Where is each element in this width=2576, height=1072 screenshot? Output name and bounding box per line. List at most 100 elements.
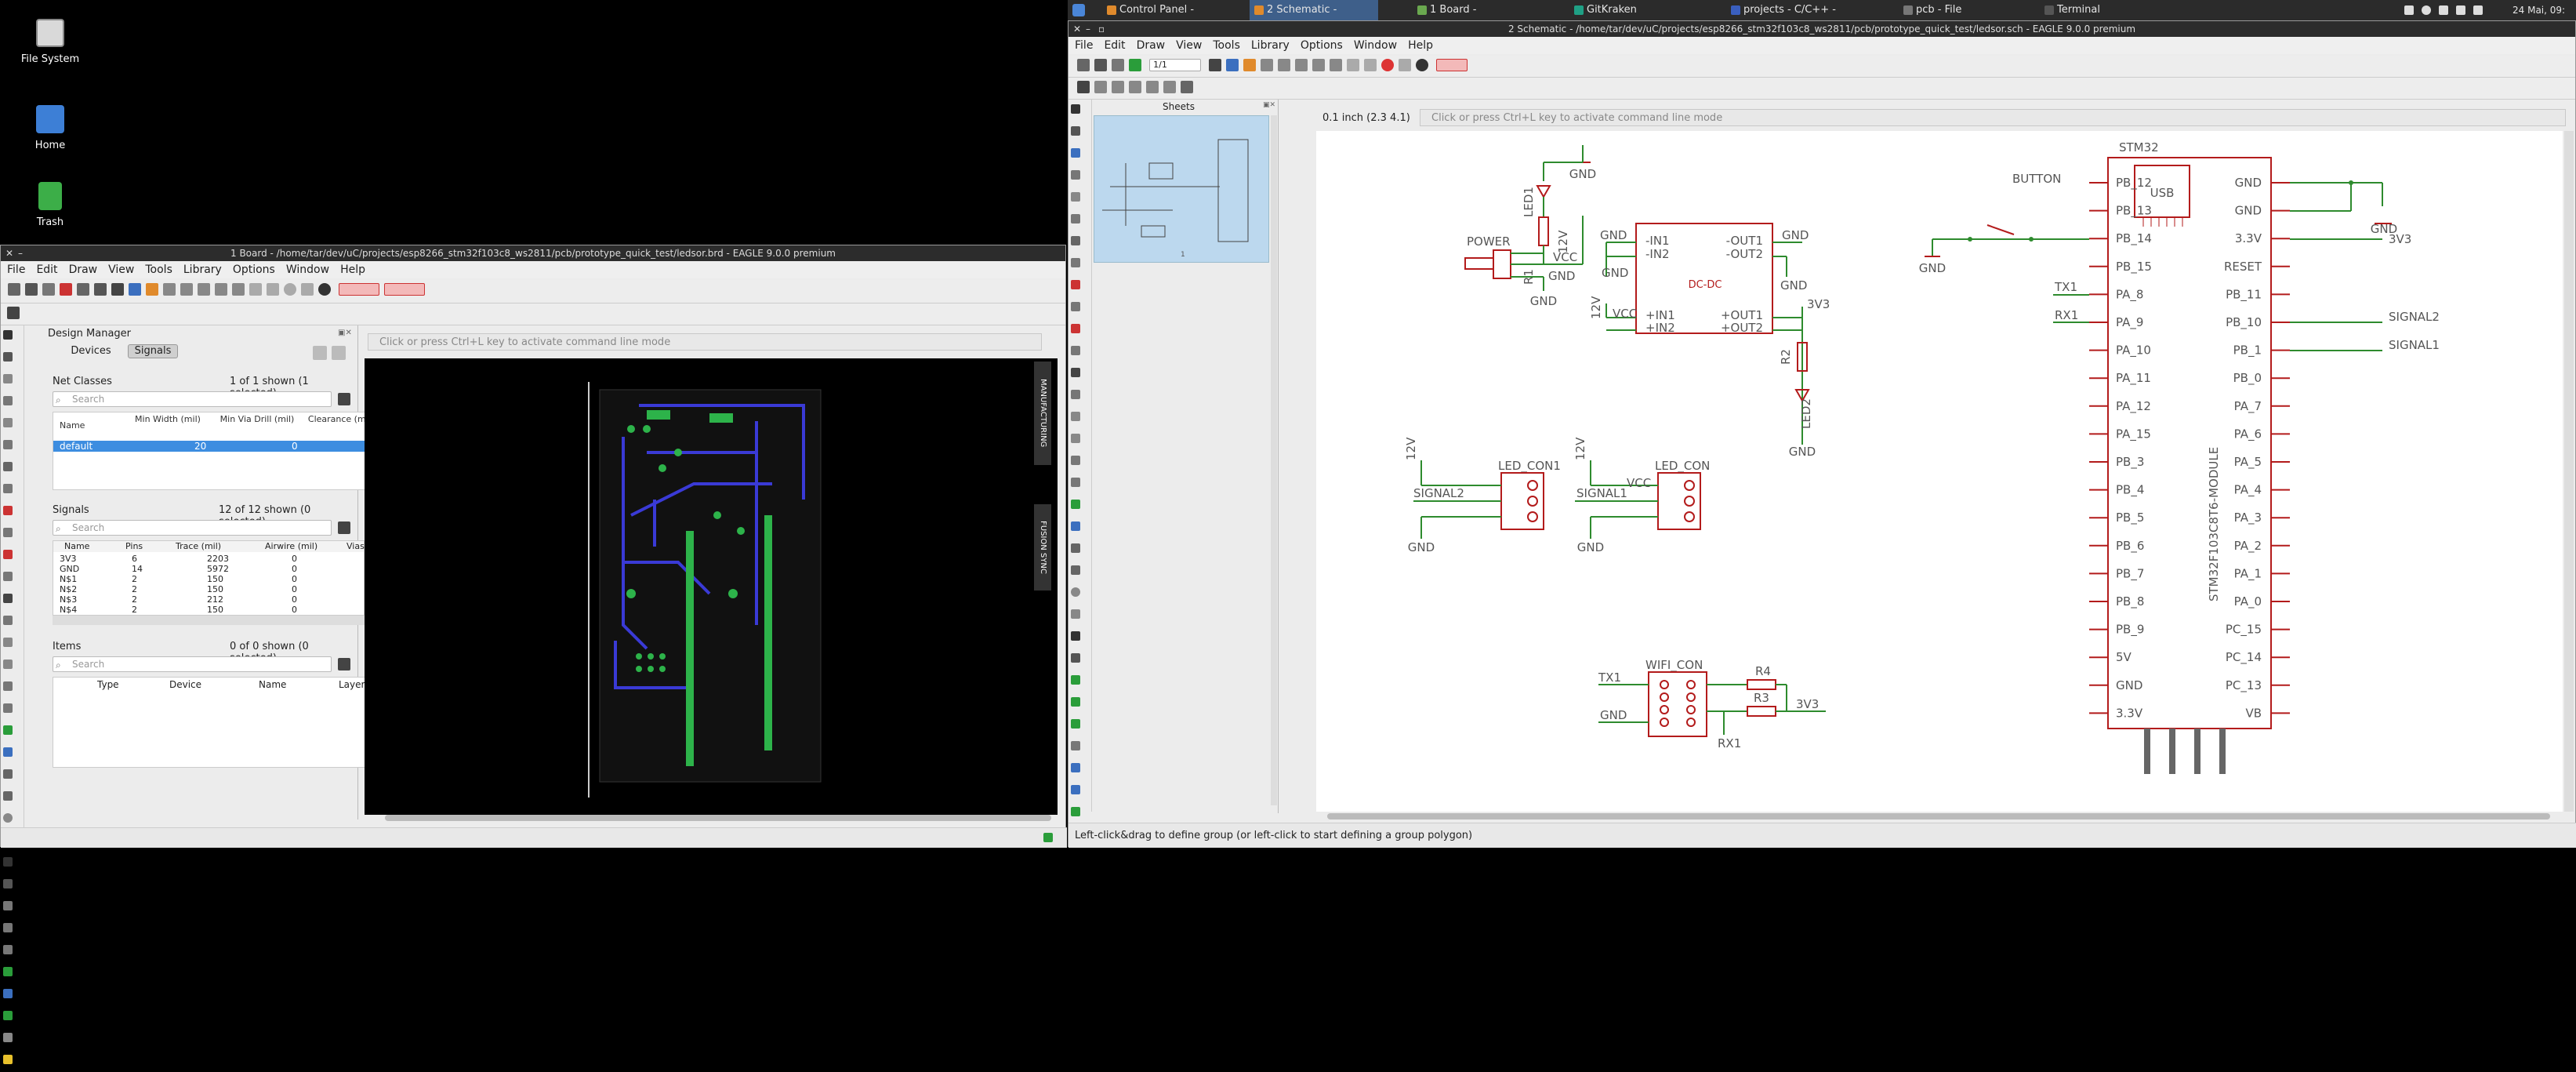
zoom-in-icon[interactable] [1278,59,1291,71]
menu-tools[interactable]: Tools [145,263,172,276]
maximize-icon[interactable]: ▫ [1098,21,1105,37]
split-icon[interactable] [3,638,13,647]
layers-icon[interactable] [129,283,141,296]
tab-signals[interactable]: Signals [128,344,178,358]
wrench-icon[interactable] [338,658,350,670]
lock-icon[interactable] [3,594,13,603]
replace-icon[interactable] [3,550,13,559]
manufacturing-tab[interactable]: MANUFACTURING [1034,362,1051,465]
column-min-via-drill[interactable]: Min Via Drill (mil) [210,414,304,424]
attribute-icon[interactable] [1071,719,1080,729]
mirror-icon[interactable] [1071,192,1080,202]
delete-icon[interactable] [3,506,13,515]
ratsnest-icon[interactable] [3,967,13,976]
signals-search[interactable]: Search [53,520,332,536]
layers-icon[interactable] [1226,59,1239,71]
undo-icon[interactable] [1347,59,1360,71]
stop-icon[interactable] [1381,59,1395,71]
menu-options[interactable]: Options [1301,39,1343,52]
text-icon[interactable] [3,769,13,779]
volume-icon[interactable] [2456,5,2465,15]
name-icon[interactable] [1071,346,1080,355]
menu-view[interactable]: View [1176,39,1202,52]
redo-icon[interactable] [1364,59,1377,71]
minimize-icon[interactable]: – [1086,21,1090,37]
wire-style-icon[interactable] [1094,81,1107,93]
cam-icon[interactable] [60,283,72,296]
delete-icon[interactable] [1071,280,1080,289]
net-icon[interactable] [1071,500,1080,509]
line-icon[interactable] [1071,543,1080,553]
add-icon[interactable] [1071,302,1080,311]
zoom-fit-icon[interactable] [1261,59,1274,71]
grid-settings-icon[interactable] [7,307,20,319]
paste-icon[interactable] [1071,258,1080,267]
schematic-horizontal-scrollbar[interactable] [1327,813,2550,819]
column-name[interactable]: Name [259,679,286,690]
menu-options[interactable]: Options [233,263,275,276]
paste-icon[interactable] [3,484,13,493]
mirror-icon[interactable] [3,418,13,427]
text-icon[interactable] [1071,565,1080,575]
attribute-icon[interactable] [3,989,13,998]
go-icon[interactable] [1399,59,1412,71]
schematic-command-line[interactable]: Click or press Ctrl+L key to activate co… [1420,109,2566,126]
eye-icon[interactable] [1071,126,1080,136]
rotate-icon[interactable] [3,440,13,449]
lock-icon[interactable] [1071,368,1080,377]
drc-icon[interactable] [3,1011,13,1020]
erc-icon[interactable] [3,1033,13,1042]
board-command-line[interactable]: Click or press Ctrl+L key to activate co… [368,333,1042,351]
column-name[interactable]: Name [60,420,85,431]
table-row[interactable]: N$2 2 150 0 [53,584,364,594]
app-menu-icon[interactable] [1072,4,1085,16]
settings-icon[interactable] [1181,81,1193,93]
save-icon[interactable] [1094,59,1107,71]
menu-window[interactable]: Window [1354,39,1397,52]
column-trace[interactable]: Trace (mil) [176,541,221,551]
table-row[interactable]: N$4 2 150 0 [53,605,364,615]
tab-devices[interactable]: Devices [57,343,125,360]
column-device[interactable]: Device [169,679,201,690]
hole-icon[interactable] [3,923,13,932]
grid-icon[interactable] [111,283,124,296]
menu-edit[interactable]: Edit [1104,39,1125,52]
drc-button[interactable] [339,283,380,296]
meander-icon[interactable] [3,747,13,757]
grid-settings-icon[interactable] [1077,81,1090,93]
task-schematic[interactable]: 2 Schematic - /home/tar/dev/... [1250,0,1378,36]
panel-close-icon[interactable]: ▣✕ [1263,101,1275,109]
redraw-icon[interactable] [1330,59,1343,71]
zoom-in-icon[interactable] [180,283,193,296]
menu-library[interactable]: Library [183,263,222,276]
desktop-icon-trash[interactable]: Trash [17,182,83,228]
board-horizontal-scrollbar[interactable] [385,815,1051,821]
info-icon[interactable] [1071,104,1080,114]
column-type[interactable]: Type [97,679,119,690]
dimension-icon[interactable] [1071,741,1080,750]
dimension-icon[interactable] [3,945,13,954]
zoom-out-icon[interactable] [1295,59,1308,71]
arc-icon[interactable] [1071,609,1080,619]
column-pins[interactable]: Pins [125,541,143,551]
bluetooth-icon[interactable] [2422,5,2431,15]
items-search[interactable]: Search [53,656,332,672]
column-name[interactable]: Name [64,541,89,551]
zoom-select-icon[interactable] [215,283,227,296]
network-icon[interactable] [2439,5,2448,15]
task-projects[interactable]: projects - C/C++ - esp8266_st... [1726,0,1883,36]
module-icon[interactable] [1071,763,1080,772]
redo-icon[interactable] [267,283,279,296]
task-control-panel[interactable]: Control Panel - /home/tar/de... [1102,0,1228,36]
sheet-thumbnail[interactable]: 1 [1094,115,1269,263]
port-icon[interactable] [1071,785,1080,794]
optimize-icon[interactable] [3,660,13,669]
stop-icon[interactable] [284,283,296,296]
via-icon[interactable] [3,901,13,910]
circle-icon[interactable] [3,813,13,823]
rect-icon[interactable] [3,857,13,867]
undo-icon[interactable] [249,283,262,296]
menu-draw[interactable]: Draw [69,263,98,276]
split-icon[interactable] [1071,434,1080,443]
menu-edit[interactable]: Edit [36,263,57,276]
